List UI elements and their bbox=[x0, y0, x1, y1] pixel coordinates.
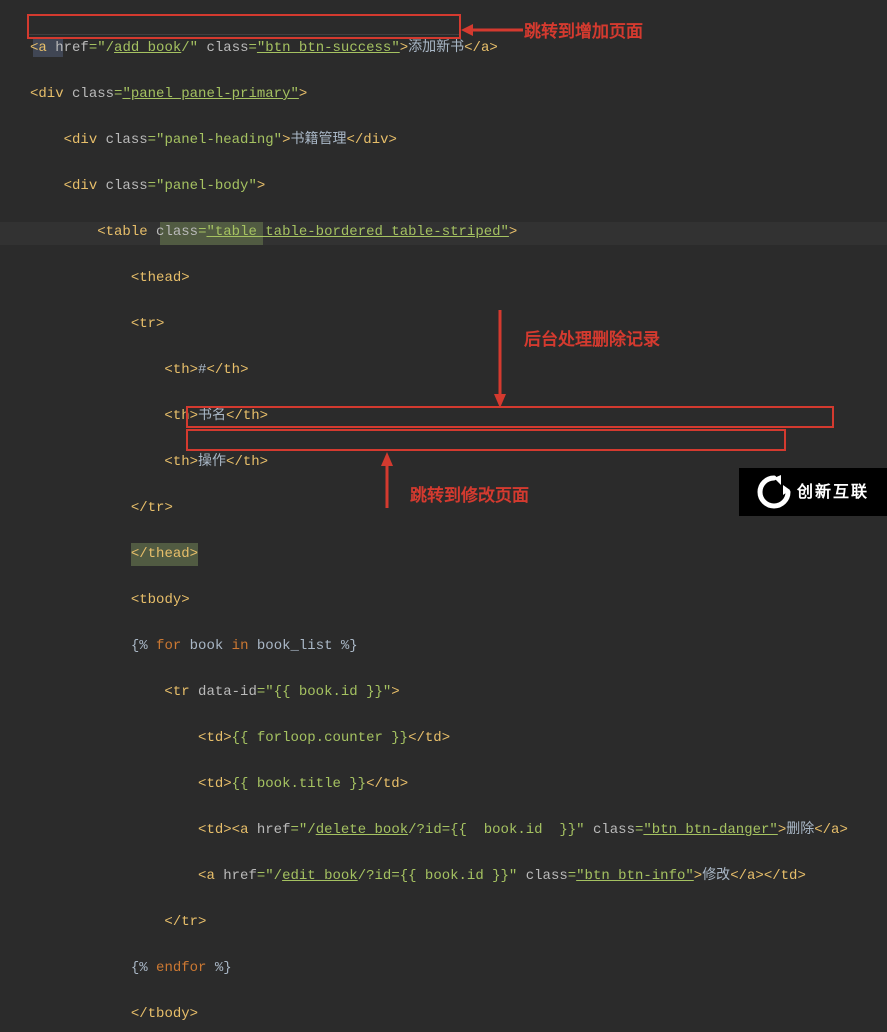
code-line[interactable]: <th>#</th> bbox=[30, 359, 887, 382]
arrow-up-icon bbox=[379, 452, 395, 508]
arrow-down-icon bbox=[492, 310, 508, 408]
code-line[interactable]: </thead> bbox=[30, 543, 887, 566]
code-line[interactable]: <th>书名</th> bbox=[30, 405, 887, 428]
code-editor[interactable]: <a href="/add_book/" class="btn btn-succ… bbox=[0, 0, 887, 516]
code-line[interactable]: <tbody> bbox=[30, 589, 887, 612]
code-line[interactable]: <tr> bbox=[30, 313, 887, 336]
code-line[interactable]: <div class="panel-body"> bbox=[30, 175, 887, 198]
code-line[interactable]: </tr> bbox=[30, 911, 887, 934]
code-line[interactable]: <a href="/edit_book/?id={{ book.id }}" c… bbox=[30, 865, 887, 888]
watermark-logo-icon bbox=[757, 475, 791, 509]
code-line[interactable]: {% endfor %} bbox=[30, 957, 887, 980]
annotation-text-add: 跳转到增加页面 bbox=[524, 20, 643, 43]
code-line[interactable]: <td>{{ book.title }}</td> bbox=[30, 773, 887, 796]
watermark-text: 创新互联 bbox=[797, 481, 869, 504]
arrow-left-icon bbox=[461, 23, 523, 37]
annotation-text-delete: 后台处理删除记录 bbox=[524, 328, 660, 351]
annotation-text-edit: 跳转到修改页面 bbox=[410, 484, 529, 507]
code-line[interactable]: <td>{{ forloop.counter }}</td> bbox=[30, 727, 887, 750]
code-line[interactable]: <tr data-id="{{ book.id }}"> bbox=[30, 681, 887, 704]
code-line[interactable]: <thead> bbox=[30, 267, 887, 290]
code-line[interactable]: <div class="panel-heading">书籍管理</div> bbox=[30, 129, 887, 152]
code-line[interactable]: <table class="table table-bordered table… bbox=[30, 221, 887, 244]
code-line[interactable]: <td><a href="/delete_book/?id={{ book.id… bbox=[30, 819, 887, 842]
code-line[interactable]: </tbody> bbox=[30, 1003, 887, 1026]
code-line[interactable]: <a href="/add_book/" class="btn btn-succ… bbox=[30, 37, 887, 60]
code-line[interactable]: {% for book in book_list %} bbox=[30, 635, 887, 658]
watermark: 创新互联 bbox=[739, 468, 887, 516]
code-line[interactable]: <div class="panel panel-primary"> bbox=[30, 83, 887, 106]
